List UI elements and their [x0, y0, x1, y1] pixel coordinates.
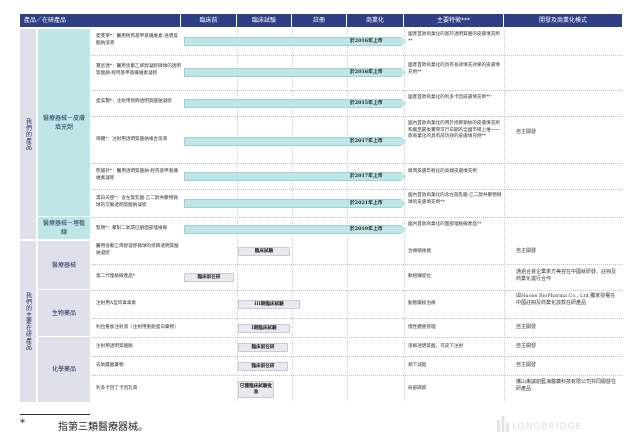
feature-text: 國內首款商業化的含左旋乳酸-乙二醇共聚物微球的皮膚填充劑** — [408, 193, 502, 205]
model-text: 自主開發 — [516, 343, 537, 349]
bar-label: 於2017年上市 — [350, 138, 383, 144]
product-name: 醫用含聚乙烯醇凝膠微球的修飾透明質酸鈉凝膠 — [96, 244, 179, 256]
header-clinical: 臨床試驗 — [237, 14, 292, 27]
product-name: 去氧膽酸藥物 — [96, 363, 124, 368]
model-text: 攜山東誠創藍海醫藥科技有限公司共同開發在研產品 — [516, 379, 617, 392]
table-row: 愛美飄*：注射用修飾透明質酸鈉凝膠 於2015年上市 國產首款商業化的利多卡因皮… — [92, 90, 622, 115]
feature-text: 動態皺紋治療 — [408, 301, 436, 306]
table-row: 利多卡因丁卡因乳膏 已獲臨床試驗批准 局部麻醉 攜山東誠創藍海醫藥科技有限公司共… — [92, 375, 622, 402]
product-name: 利拉魯肽注射液（注射用重組蛋白藥物） — [96, 325, 179, 330]
table-row: 注射用透明質酸酶 臨床前在研 溶解透明質酸，可皮下注射 自主開發 — [92, 337, 622, 355]
phase-badge: 臨床前在研 — [238, 343, 288, 352]
feature-text: 溶解透明質酸，可皮下注射 — [408, 344, 464, 349]
header-preclinical: 臨床前 — [181, 14, 237, 27]
model-text: 通過合資企業來方美容在中國就研發、註冊及商業化進行合作 — [516, 269, 617, 282]
model-text: 自主開發 — [516, 324, 537, 330]
feature-text: 國內首款商業化的用於修飾頸紋的皮膚填充劑和截至最後實際可行日期的全國市場上唯一一… — [408, 121, 500, 139]
pipeline-table: 產品／在研產品 臨床前 臨床試驗 註冊 商業化 主要特徵*** 開發及商業化模式… — [20, 14, 622, 402]
product-name: 注射用透明質酸酶 — [96, 344, 133, 349]
model-text: 與Huons BioPharma Co., Ltd.獨家授權在中國註冊及商業化該… — [516, 293, 616, 306]
category-device: 醫療器械 — [38, 241, 90, 289]
table-row: 愛芙莱*：醫用羥丙基甲基纖維素-透明質酸鈉溶液 於2016年上市 國產首款商業化… — [92, 29, 622, 54]
product-name: 嗨體*：注射用透明質酸鈉複合溶液 — [96, 137, 168, 142]
phase-badge: 臨床前在研 — [184, 273, 234, 282]
phase-badge: 臨床試驗 — [238, 247, 290, 256]
bar-label: 於2016年上市 — [350, 38, 383, 44]
feature-text: 軟組織提拉 — [408, 274, 431, 279]
header-registration: 註冊 — [292, 14, 347, 27]
feature-text: 國內首款商業化的面部埋植線產品** — [408, 222, 482, 227]
bar-label: 於2019年上市 — [350, 226, 383, 232]
product-name: 愛芙莱*：醫用羥丙基甲基纖維素-透明質酸鈉溶液 — [96, 34, 178, 46]
feature-text: 頰下減脂 — [408, 363, 427, 368]
product-name: 利多卡因丁卡因乳膏 — [96, 386, 138, 391]
product-name: 注射用A型肉毒毒素 — [96, 301, 137, 306]
feature-text: 國產首款商業化的利多卡因皮膚填充劑** — [408, 95, 491, 100]
footnote-rule — [20, 414, 90, 415]
table-row: 緊顏*：聚對二氧環已酮面部埋植線 於2019年上市 國內首款商業化的面部埋植線產… — [92, 217, 622, 239]
bar-label: 於2016年上市 — [350, 69, 383, 75]
bar-label: 於2017年上市 — [350, 173, 383, 179]
feature-text: 慢性體重管理 — [408, 325, 436, 330]
category-thread: 醫療器械－埋植線 — [38, 217, 90, 239]
model-text: 自主開發 — [516, 248, 537, 254]
table-row: 濡白天使*：含左旋乳酸-乙二醇共聚物微球的交聯透明質酸鈉凝膠 於2021年上市 … — [92, 189, 622, 216]
longbridge-logo-icon — [497, 416, 509, 432]
phase-badge: 已獲臨床試驗批准 — [238, 381, 274, 398]
product-name: 第二代埋植線產品* — [96, 274, 136, 279]
feature-text: 局部麻醉 — [408, 386, 427, 391]
product-name: 熊貓針*：醫用透明質酸鈉-羥丙基甲基纖維素凝膠 — [96, 169, 178, 181]
header-category: 產品／在研產品 — [20, 14, 181, 27]
longbridge-watermark: LONGBRIDGE — [512, 422, 583, 432]
feature-text: 國產首款商業化的具有長效填充效果的皮膚填充劑** — [408, 63, 500, 75]
header-commercialization: 商業化 — [347, 14, 404, 27]
bar-label: 於2021年上市 — [350, 200, 383, 206]
table-row: 嗨體*：注射用透明質酸鈉複合溶液 於2017年上市 國內首款商業化的用於修飾頸紋… — [92, 116, 622, 162]
bar-label: 於2015年上市 — [350, 100, 383, 106]
category-derma-filler: 醫療器械－皮膚填充劑 — [38, 29, 90, 216]
table-row: 熊貓針*：醫用透明質酸鈉-羥丙基甲基纖維素凝膠 於2017年上市 眼周皮膚年輕化… — [92, 163, 622, 188]
header-features: 主要特徵*** — [404, 14, 504, 27]
footnote-text: 指第三類醫療器械。 — [58, 422, 148, 433]
phase-badge: 臨床前在研 — [238, 362, 288, 371]
table-row: 注射用A型肉毒毒素 III期臨床試驗 動態皺紋治療 與Huons BioPhar… — [92, 290, 622, 317]
product-name: 愛美飄*：注射用修飾透明質酸鈉凝膠 — [96, 99, 172, 104]
phase-badge: III期臨床試驗 — [238, 300, 300, 309]
header-model: 開發及商業化模式 — [504, 14, 622, 27]
group-marketed: 我們的產品 — [20, 29, 36, 239]
group-pipeline: 我們的主要在研產品 — [20, 241, 36, 402]
category-bio: 生物藥品 — [38, 290, 90, 336]
product-name: 緊顏*：聚對二氧環已酮面部埋植線 — [96, 226, 168, 231]
feature-text: 治療頸後撓 — [408, 249, 431, 254]
product-name: 濡白天使*：含左旋乳酸-乙二醇共聚物微球的交聯透明質酸鈉凝膠 — [96, 196, 178, 208]
table-row: 醫用含聚乙烯醇凝膠微球的修飾透明質酸鈉凝膠 臨床試驗 治療頸後撓 自主開發 — [92, 241, 622, 263]
table-row: 第二代埋植線產品* 臨床前在研 軟組織提拉 通過合資企業來方美容在中國就研發、註… — [92, 264, 622, 289]
feature-text: 眼周皮膚年輕化的高端皮膚填充劑 — [408, 169, 477, 174]
category-chem: 化學藥品 — [38, 337, 90, 402]
model-text: 自主開發 — [516, 362, 537, 368]
table-row: 利拉魯肽注射液（注射用重組蛋白藥物） I期臨床試驗 慢性體重管理 自主開發 — [92, 318, 622, 336]
feature-text: 國產首款商業化的基於透明質酸的皮膚填充劑** — [408, 32, 500, 44]
product-name: 寶尼達*：醫用含聚乙烯醇凝膠微球的透明質酸鈉-羥丙基甲基纖維素凝膠 — [96, 64, 181, 76]
phase-badge: I期臨床試驗 — [238, 324, 290, 333]
table-row: 寶尼達*：醫用含聚乙烯醇凝膠微球的透明質酸鈉-羥丙基甲基纖維素凝膠 於2016年… — [92, 55, 622, 89]
table-row: 去氧膽酸藥物 臨床前在研 頰下減脂 自主開發 — [92, 356, 622, 374]
footnote-mark: * — [20, 418, 25, 429]
